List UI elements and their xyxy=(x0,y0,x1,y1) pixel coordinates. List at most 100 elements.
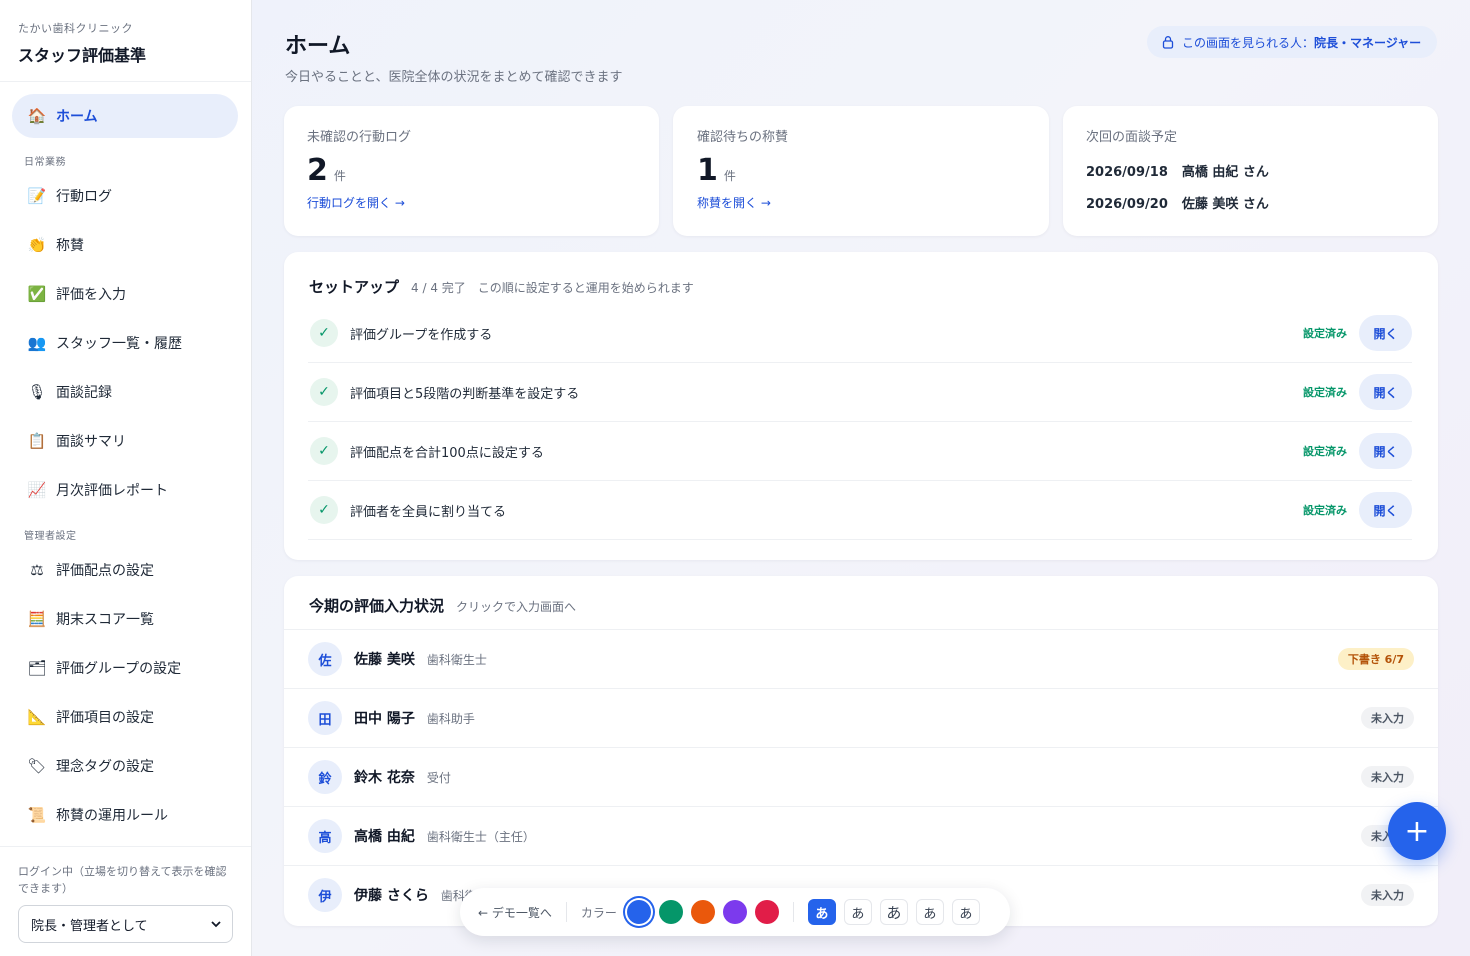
interview-entry: 2026/09/20 佐藤 美咲 さん xyxy=(1086,193,1415,212)
sidebar-item-enter-evaluation[interactable]: ✅ 評価を入力 xyxy=(12,272,238,316)
stat-label: 確認待ちの称賛 xyxy=(697,130,789,145)
open-button[interactable]: 開く xyxy=(1359,374,1412,410)
stat-unit: 件 xyxy=(333,169,346,183)
status-badge: 未入力 xyxy=(1361,884,1414,906)
sidebar-item-label: 称賛の運用ルール xyxy=(56,808,168,824)
open-button[interactable]: 開く xyxy=(1359,315,1412,351)
plus-icon: + xyxy=(1404,813,1430,849)
open-praise-link[interactable]: 称賛を開く → xyxy=(697,194,1025,211)
staff-role: 歯科衛生士 xyxy=(426,652,487,667)
sidebar-footer: ログイン中（立場を切り替えて表示を確認できます） 院長・管理者として xyxy=(0,846,251,956)
sidebar-item-philosophy-tags[interactable]: 🏷 理念タグの設定 xyxy=(12,744,238,788)
evaluation-header: 今期の評価入力状況 クリックで入力画面へ xyxy=(309,595,576,616)
status-badge: 未入力 xyxy=(1361,766,1414,788)
staff-role: 歯科助手 xyxy=(426,711,475,726)
table-row[interactable]: 田 田中 陽子 歯科助手 未入力 xyxy=(284,688,1438,747)
open-button[interactable]: 開く xyxy=(1359,433,1412,469)
sidebar-item-label: 称賛 xyxy=(56,238,84,254)
back-to-demos-link[interactable]: ← デモ一覧へ xyxy=(478,904,552,921)
sidebar-item-praise-rules[interactable]: 📜 称賛の運用ルール xyxy=(12,793,238,837)
page-title: ホーム xyxy=(285,34,351,59)
setup-header: セットアップ 4 / 4 完了 この順に設定すると運用を始められます xyxy=(309,276,694,297)
sidebar-item-weight-settings[interactable]: ⚖ 評価配点の設定 xyxy=(12,548,238,592)
staff-role: 受付 xyxy=(426,770,451,785)
font-option-button[interactable]: あ xyxy=(879,899,908,925)
scale-icon: ⚖ xyxy=(30,561,44,579)
staff-name: 田中 陽子 xyxy=(354,711,415,727)
interview-entry: 2026/09/18 高橋 由紀 さん xyxy=(1086,161,1415,180)
microphone-icon: 🎙 xyxy=(27,383,47,401)
check-icon: ✓ xyxy=(310,319,338,347)
sidebar-item-final-scores[interactable]: 🧮 期末スコア一覧 xyxy=(12,597,238,641)
app-title: スタッフ評価基準 xyxy=(18,46,147,65)
staff-role: 歯科衛生士（主任） xyxy=(426,829,535,844)
sidebar-item-interview-summary[interactable]: 📋 面談サマリ xyxy=(12,419,238,463)
status-badge: 下書き 6/7 xyxy=(1337,648,1414,670)
open-action-log-link[interactable]: 行動ログを開く → xyxy=(307,194,636,211)
sidebar-item-interview-records[interactable]: 🎙 面談記録 xyxy=(12,370,238,414)
sidebar-item-label: 理念タグの設定 xyxy=(56,759,154,775)
avatar: 高 xyxy=(308,819,342,853)
table-row[interactable]: 鈴 鈴木 花奈 受付 未入力 xyxy=(284,747,1438,806)
ruler-icon: 📐 xyxy=(27,708,47,726)
scroll-icon: 📜 xyxy=(27,806,47,824)
role-select-value: 院長・管理者として xyxy=(31,918,148,934)
stat-label: 次回の面談予定 xyxy=(1086,130,1178,145)
access-notice: この画面を見られる人： 院長・マネージャー xyxy=(1147,26,1437,58)
avatar: 佐 xyxy=(308,642,342,676)
home-icon: 🏠 xyxy=(27,107,47,125)
divider xyxy=(792,902,794,922)
sidebar-item-action-log[interactable]: 📝 行動ログ xyxy=(12,174,238,218)
setup-status: 設定済み xyxy=(1303,445,1347,458)
page-subtitle: 今日やることと、医院全体の状況をまとめて確認できます xyxy=(285,70,623,85)
font-option-button[interactable]: あ xyxy=(807,899,836,925)
sidebar: たかい歯科クリニック スタッフ評価基準 🏠 ホーム 日常業務 📝 行動ログ 👏 … xyxy=(0,0,252,956)
sidebar-item-staff-list[interactable]: 👥 スタッフ一覧・履歴 xyxy=(12,321,238,365)
table-row[interactable]: 高 高橋 由紀 歯科衛生士（主任） 未入力 xyxy=(284,806,1438,865)
folder-icon: 🗂 xyxy=(27,659,47,677)
check-box-icon: ✅ xyxy=(27,285,47,303)
color-swatch-orange[interactable] xyxy=(690,900,715,924)
login-note: ログイン中（立場を切り替えて表示を確認できます） xyxy=(18,865,227,895)
sidebar-item-home[interactable]: 🏠 ホーム xyxy=(12,94,238,138)
font-option-button[interactable]: あ xyxy=(915,899,944,925)
brand: たかい歯科クリニック スタッフ評価基準 xyxy=(0,0,251,82)
color-swatch-green[interactable] xyxy=(658,900,683,924)
role-select[interactable]: 院長・管理者として xyxy=(18,905,233,943)
sidebar-item-group-settings[interactable]: 🗂 評価グループの設定 xyxy=(12,646,238,690)
setup-step-label: 評価グループを作成する xyxy=(350,327,493,343)
open-button[interactable]: 開く xyxy=(1359,492,1412,528)
table-row[interactable]: 佐 佐藤 美咲 歯科衛生士 下書き 6/7 xyxy=(284,629,1438,688)
sidebar-item-monthly-report[interactable]: 📈 月次評価レポート xyxy=(12,468,238,512)
staff-name: 鈴木 花奈 xyxy=(354,770,415,786)
setup-step-label: 評価配点を合計100点に設定する xyxy=(350,445,544,461)
clipboard-icon: 📋 xyxy=(27,432,47,450)
check-icon: ✓ xyxy=(310,437,338,465)
setup-status: 設定済み xyxy=(1303,504,1347,517)
check-icon: ✓ xyxy=(310,378,338,406)
sidebar-item-label: 期末スコア一覧 xyxy=(56,612,154,628)
interview-name: 高橋 由紀 さん xyxy=(1181,165,1269,180)
setup-step: ✓ 評価者を全員に割り当てる 設定済み 開く xyxy=(308,481,1412,540)
sidebar-item-label: 評価項目の設定 xyxy=(56,710,154,726)
interview-name: 佐藤 美咲 さん xyxy=(1181,197,1269,212)
sidebar-item-label: 面談サマリ xyxy=(56,434,126,450)
color-label: カラー xyxy=(580,905,617,920)
setup-step: ✓ 評価グループを作成する 設定済み 開く xyxy=(308,304,1412,363)
access-roles: 院長・マネージャー xyxy=(1314,35,1422,50)
color-swatch-purple[interactable] xyxy=(722,900,747,924)
chevron-down-icon xyxy=(211,921,221,928)
add-button[interactable]: + xyxy=(1388,802,1446,860)
setup-status: 設定済み xyxy=(1303,327,1347,340)
sidebar-item-criteria-settings[interactable]: 📐 評価項目の設定 xyxy=(12,695,238,739)
evaluation-status-card: 今期の評価入力状況 クリックで入力画面へ 佐 佐藤 美咲 歯科衛生士 下書き 6… xyxy=(284,576,1438,926)
memo-icon: 📝 xyxy=(27,187,47,205)
clinic-name: たかい歯科クリニック xyxy=(18,22,133,35)
check-icon: ✓ xyxy=(310,496,338,524)
color-swatch-blue[interactable] xyxy=(626,900,651,924)
font-option-button[interactable]: あ xyxy=(843,899,872,925)
color-swatch-red[interactable] xyxy=(754,900,779,924)
font-option-button[interactable]: あ xyxy=(951,899,980,925)
sidebar-item-praise[interactable]: 👏 称賛 xyxy=(12,223,238,267)
stat-card-next-interview: 次回の面談予定 2026/09/18 高橋 由紀 さん 2026/09/20 佐藤 … xyxy=(1063,106,1438,236)
